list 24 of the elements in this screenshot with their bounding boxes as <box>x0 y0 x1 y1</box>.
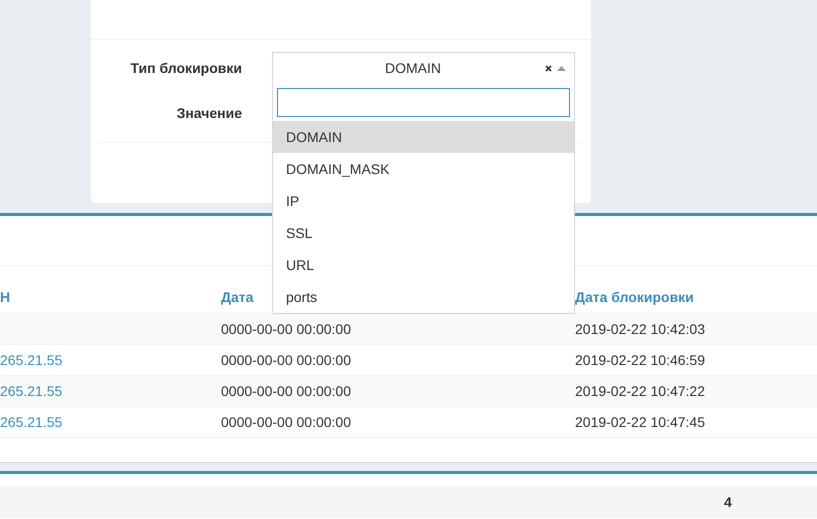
table-cell-text: 0000-00-00 00:00:00 <box>221 321 352 337</box>
clear-icon[interactable] <box>545 64 552 72</box>
dropdown-option[interactable]: DOMAIN_MASK <box>273 153 574 185</box>
dropdown-option[interactable]: ports <box>273 281 574 313</box>
column-header[interactable]: Дата блокировки <box>575 289 817 305</box>
table-cell-text: 2019-02-22 10:42:03 <box>575 321 706 337</box>
field-label: Тип блокировки <box>130 60 243 76</box>
caret-icon <box>557 66 566 70</box>
total-count: 4 <box>724 494 732 510</box>
field-label: Значение <box>176 105 243 121</box>
table-cell-text: 0000-00-00 00:00:00 <box>221 383 352 399</box>
dropdown-option[interactable]: IP <box>273 185 574 217</box>
ip-link[interactable]: 265.21.55 <box>0 414 62 430</box>
dropdown-option[interactable]: SSL <box>273 217 574 249</box>
table-cell-text: 2019-02-22 10:47:22 <box>575 383 706 399</box>
table-cell-text: 0000-00-00 00:00:00 <box>221 352 352 368</box>
table-cell-text: 0000-00-00 00:00:00 <box>221 414 352 430</box>
table-cell-text: 2019-02-22 10:47:45 <box>575 414 706 430</box>
dropdown-option[interactable]: DOMAIN <box>273 121 574 153</box>
dropdown-option[interactable]: URL <box>273 249 574 281</box>
table-cell-text: 2019-02-22 10:46:59 <box>575 352 706 368</box>
column-header[interactable]: Н <box>0 289 221 305</box>
ip-link[interactable]: 265.21.55 <box>0 352 62 368</box>
search-field[interactable] <box>277 88 570 117</box>
